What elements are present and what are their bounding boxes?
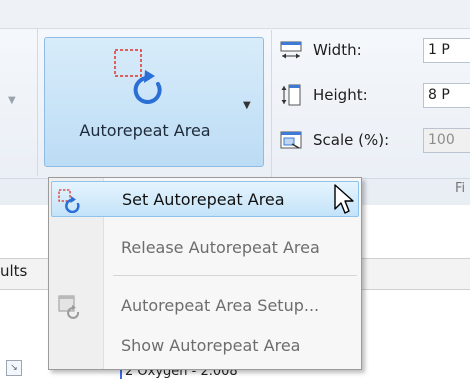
menu-item-label: Release Autorepeat Area: [121, 238, 320, 257]
height-label: Height:: [313, 86, 368, 104]
document-partial-label: ults: [0, 262, 28, 280]
dialog-launcher-icon[interactable]: ↘: [6, 360, 22, 376]
height-row: Height: 8 P: [278, 81, 470, 111]
scale-field[interactable]: 100: [423, 128, 470, 153]
width-icon: [280, 41, 302, 59]
scale-icon: [280, 131, 302, 149]
dropdown-arrow-icon[interactable]: ▼: [243, 100, 251, 111]
menu-item-label: Set Autorepeat Area: [122, 190, 285, 209]
width-label: Width:: [313, 41, 362, 59]
width-field[interactable]: 1 P: [423, 38, 470, 63]
menu-item-set-autorepeat-area[interactable]: Set Autorepeat Area: [51, 181, 359, 217]
scale-row: Scale (%): 100: [278, 126, 470, 156]
menu-item-release-autorepeat-area[interactable]: Release Autorepeat Area: [51, 230, 359, 266]
ribbon-tab-strip: [0, 0, 470, 29]
width-row: Width: 1 P: [278, 36, 470, 66]
menu-item-show-autorepeat-area[interactable]: Show Autorepeat Area: [51, 328, 359, 364]
menu-separator: [113, 275, 357, 276]
group-separator: [271, 30, 272, 178]
autorepeat-area-menu: Set Autorepeat Area Release Autorepeat A…: [48, 177, 362, 370]
menu-item-label: Show Autorepeat Area: [121, 336, 301, 355]
menu-item-autorepeat-area-setup[interactable]: Autorepeat Area Setup...: [51, 288, 359, 324]
scale-label: Scale (%):: [313, 131, 390, 149]
autorepeat-area-label: Autorepeat Area: [79, 121, 211, 140]
set-autorepeat-area-icon: [58, 189, 80, 213]
height-field[interactable]: 8 P: [423, 83, 470, 108]
ribbon-group-left: ▼: [0, 28, 38, 176]
ribbon-footer-partial-text: Fi: [455, 181, 466, 196]
chevron-down-icon[interactable]: ▼: [8, 95, 16, 106]
autorepeat-area-icon: [114, 49, 162, 104]
autorepeat-area-button[interactable]: Autorepeat Area ▼: [44, 37, 264, 167]
mouse-pointer-icon: [334, 184, 354, 214]
height-icon: [281, 84, 301, 106]
autorepeat-area-setup-icon: [58, 295, 80, 319]
menu-item-label: Autorepeat Area Setup...: [121, 296, 320, 315]
size-group: Width: 1 P Height: 8 P Scale (%): 100: [278, 33, 470, 173]
